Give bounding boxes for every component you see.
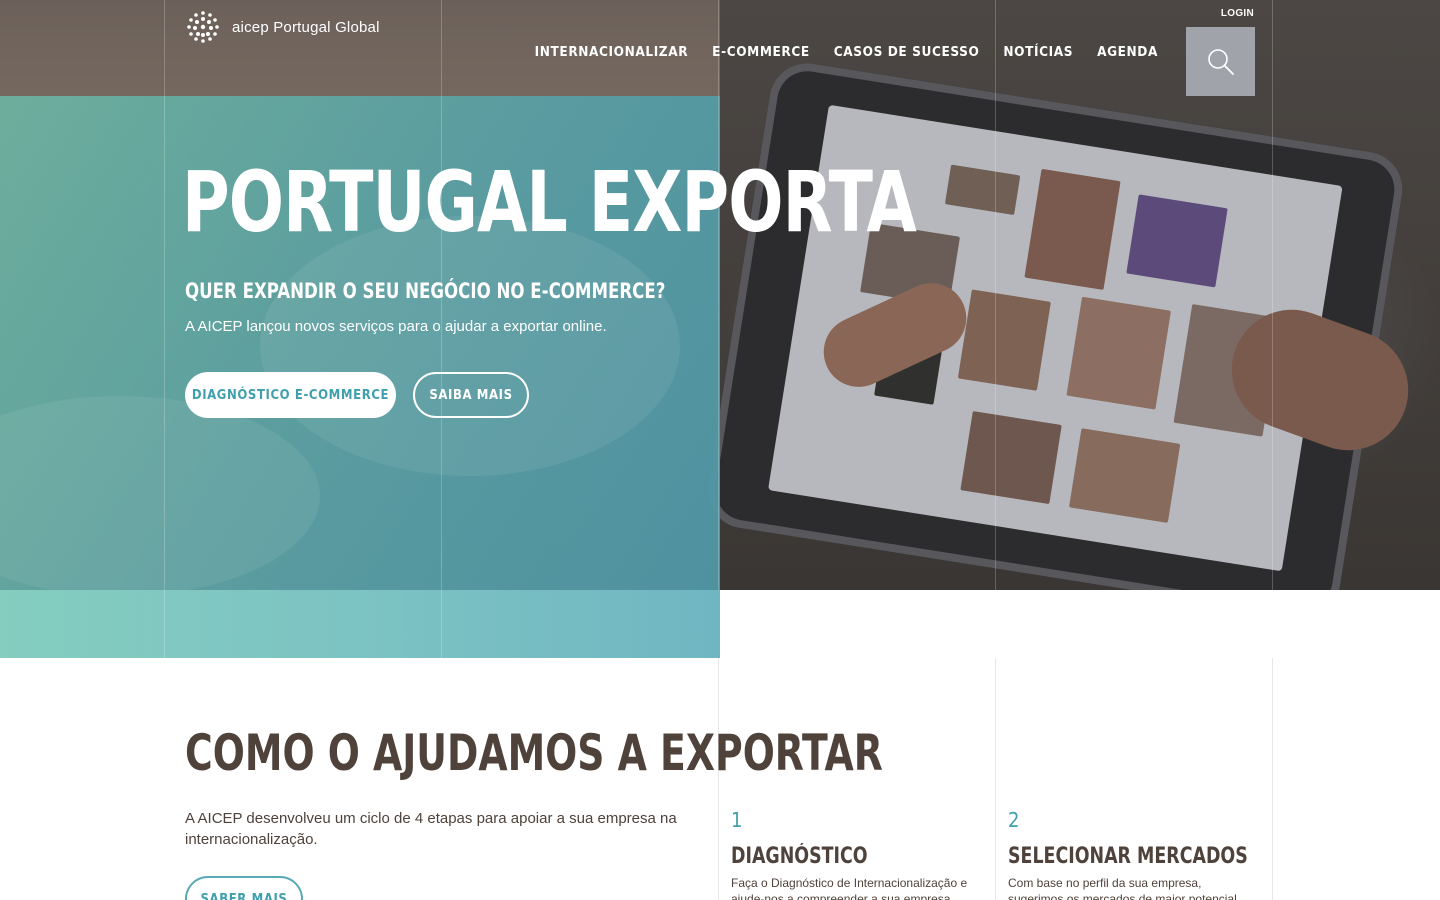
grid-line: [995, 0, 996, 590]
step-title: DIAGNÓSTICO: [731, 844, 868, 869]
hero-subtitle: QUER EXPANDIR O SEU NEGÓCIO NO E-COMMERC…: [185, 279, 666, 303]
search-button[interactable]: [1186, 27, 1255, 96]
brand-name: aicep Portugal Global: [232, 18, 380, 36]
section-title: COMO O AJUDAMOS A EXPORTAR: [185, 724, 883, 782]
step-card-1[interactable]: 1 DIAGNÓSTICO Faça o Diagnóstico de Inte…: [731, 808, 981, 900]
logo-dots-icon: [187, 11, 219, 43]
main-nav: INTERNACIONALIZAR E-COMMERCE CASOS DE SU…: [535, 44, 1158, 60]
grid-line: [164, 0, 165, 658]
saiba-mais-button[interactable]: SAIBA MAIS: [413, 372, 529, 418]
grid-line: [718, 0, 719, 590]
step-text: Com base no perfil da sua empresa, suger…: [1008, 876, 1237, 900]
step-title: SELECIONAR MERCADOS: [1008, 844, 1248, 869]
nav-item-e-commerce[interactable]: E-COMMERCE: [712, 44, 810, 60]
nav-item-agenda[interactable]: AGENDA: [1097, 44, 1158, 60]
grid-line: [1272, 0, 1273, 590]
step-card-2[interactable]: 2 SELECIONAR MERCADOS Com base no perfil…: [1008, 808, 1258, 900]
step-number: 1: [731, 808, 743, 832]
diagnostico-ecommerce-button[interactable]: DIAGNÓSTICO E-COMMERCE: [185, 372, 396, 418]
nav-item-noticias[interactable]: NOTÍCIAS: [1003, 44, 1073, 60]
hero-title: PORTUGAL EXPORTA: [182, 153, 917, 251]
section-description: A AICEP desenvolveu um ciclo de 4 etapas…: [185, 810, 677, 848]
grid-line: [995, 658, 996, 900]
saber-mais-button[interactable]: SABER MAIS: [185, 876, 303, 900]
brand-logo[interactable]: aicep Portugal Global: [186, 10, 380, 44]
nav-item-internacionalizar[interactable]: INTERNACIONALIZAR: [535, 44, 689, 60]
hero-description: A AICEP lançou novos serviços para o aju…: [185, 318, 607, 335]
nav-item-casos-de-sucesso[interactable]: CASOS DE SUCESSO: [834, 44, 980, 60]
hero-teal-band: [0, 590, 720, 658]
grid-line: [1272, 658, 1273, 900]
step-text: Faça o Diagnóstico de Internacionalizaçã…: [731, 876, 968, 900]
login-link[interactable]: LOGIN: [1221, 8, 1254, 19]
search-icon: [1207, 48, 1234, 75]
step-number: 2: [1008, 808, 1020, 832]
